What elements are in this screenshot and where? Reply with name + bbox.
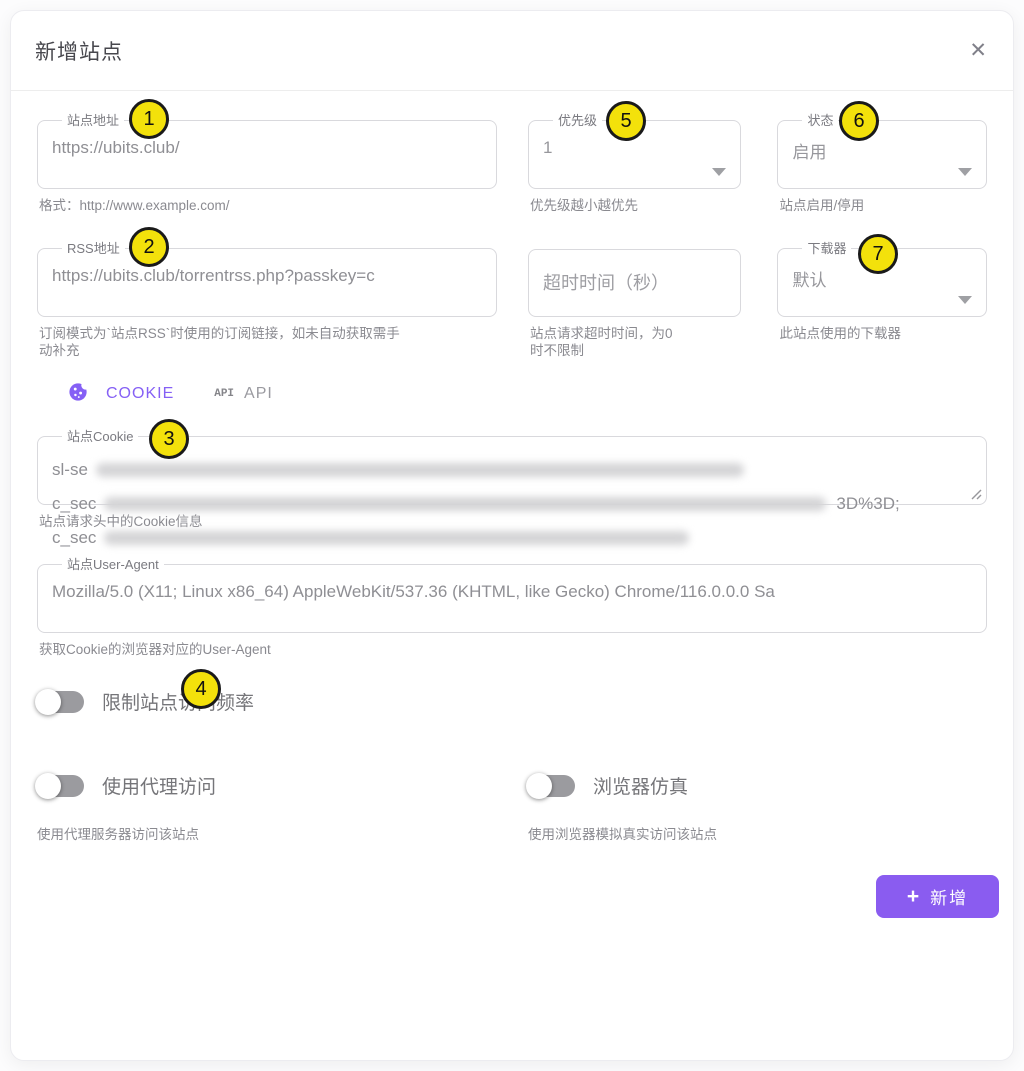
browser-emulation-label: 浏览器仿真 [593, 772, 688, 799]
tab-api-label: API [244, 385, 273, 403]
cookie-text: 3D%3D; [836, 494, 899, 514]
dialog-title: 新增站点 [35, 36, 123, 66]
toggle-row-2: 使用代理访问 使用代理服务器访问该站点 浏览器仿真 使用浏览器模拟真实访问该站点 [37, 772, 987, 843]
timeout-input[interactable] [528, 249, 742, 317]
priority-label: 优先级 [553, 113, 602, 128]
site-url-label: 站点地址 [62, 113, 124, 128]
annotation-badge-6: 6 [839, 101, 879, 141]
cookie-line: c_sec [52, 521, 972, 555]
tab-cookie[interactable]: COOKIE [67, 380, 174, 408]
close-icon[interactable]: ✕ [969, 40, 987, 61]
proxy-cell: 使用代理访问 使用代理服务器访问该站点 [37, 772, 528, 843]
downloader-label: 下载器 [802, 241, 851, 256]
annotation-badge-2: 2 [129, 227, 169, 267]
user-agent-helper: 获取Cookie的浏览器对应的User-Agent [37, 641, 987, 658]
proxy-row: 使用代理访问 [37, 772, 528, 799]
cookie-icon [67, 380, 90, 408]
status-select[interactable]: 状态 启用 [777, 113, 987, 189]
site-cookie-textarea[interactable]: sl-se c_sec 3D%3D; c_sec [52, 444, 972, 555]
rss-url-input[interactable] [52, 256, 482, 286]
user-agent-label: 站点User-Agent [62, 557, 164, 572]
rate-limit-row: 限制站点访问频率 [37, 688, 987, 715]
rate-limit-label: 限制站点访问频率 [102, 688, 254, 715]
proxy-label: 使用代理访问 [102, 772, 216, 799]
site-url-helper: 格式：http://www.example.com/ [37, 197, 497, 214]
cookie-text: c_sec [52, 494, 96, 514]
rss-url-helper: 订阅模式为`站点RSS`时使用的订阅链接，如未自动获取需手动补充 [37, 325, 409, 359]
cookie-line: c_sec 3D%3D; [52, 487, 972, 521]
cookie-line: sl-se [52, 453, 972, 487]
proxy-helper: 使用代理服务器访问该站点 [37, 823, 528, 843]
toggle-knob [526, 773, 552, 799]
chevron-down-icon [958, 296, 972, 304]
annotation-badge-3: 3 [149, 419, 189, 459]
cookie-text: sl-se [52, 460, 88, 480]
annotation-badge-4: 4 [181, 669, 221, 709]
toggle-knob [35, 773, 61, 799]
rss-url-cell: RSS地址 订阅模式为`站点RSS`时使用的订阅链接，如未自动获取需手动补充 [37, 241, 497, 359]
browser-emulation-toggle[interactable] [528, 775, 575, 797]
cookie-text: c_sec [52, 528, 96, 548]
site-url-input[interactable] [52, 128, 482, 158]
timeout-helper: 站点请求超时时间，为0时不限制 [528, 325, 680, 359]
add-site-dialog: 新增站点 ✕ 站点地址 格式：http://www.example.com/ 优… [10, 10, 1014, 1061]
timeout-cell: 站点请求超时时间，为0时不限制 [528, 241, 742, 359]
tab-cookie-label: COOKIE [106, 385, 174, 403]
annotation-badge-5: 5 [606, 101, 646, 141]
redacted-blur-block [104, 497, 826, 511]
proxy-toggle[interactable] [37, 775, 84, 797]
rss-url-label: RSS地址 [62, 241, 125, 256]
dialog-content: 站点地址 格式：http://www.example.com/ 优先级 1 优先… [11, 91, 1013, 918]
site-url-field[interactable]: 站点地址 [37, 113, 497, 189]
tab-api[interactable]: API API [214, 385, 273, 403]
status-value: 启用 [792, 128, 972, 163]
rss-url-field[interactable]: RSS地址 [37, 241, 497, 317]
add-button[interactable]: + 新增 [876, 875, 999, 918]
auth-mode-tabs: COOKIE API API [37, 380, 987, 408]
priority-helper: 优先级越小越优先 [528, 197, 680, 214]
site-cookie-label: 站点Cookie [62, 429, 138, 444]
plus-icon: + [907, 885, 919, 909]
chevron-down-icon [712, 168, 726, 176]
downloader-helper: 此站点使用的下载器 [777, 325, 987, 342]
redacted-blur-block [104, 531, 689, 545]
status-cell: 状态 启用 站点启用/停用 [777, 113, 987, 214]
browser-emulation-cell: 浏览器仿真 使用浏览器模拟真实访问该站点 [528, 772, 717, 843]
annotation-badge-7: 7 [858, 234, 898, 274]
form-row-2: RSS地址 订阅模式为`站点RSS`时使用的订阅链接，如未自动获取需手动补充 站… [37, 241, 987, 359]
site-url-cell: 站点地址 格式：http://www.example.com/ [37, 113, 497, 214]
chevron-down-icon [958, 168, 972, 176]
browser-emulation-row: 浏览器仿真 [528, 772, 717, 799]
user-agent-input[interactable] [52, 572, 972, 602]
redacted-blur-block [96, 463, 744, 477]
user-agent-field[interactable]: 站点User-Agent [37, 557, 987, 633]
toggle-knob [35, 689, 61, 715]
dialog-footer: + 新增 [37, 875, 999, 918]
browser-emulation-helper: 使用浏览器模拟真实访问该站点 [528, 823, 717, 843]
rate-limit-toggle[interactable] [37, 691, 84, 713]
resize-grip[interactable] [970, 488, 982, 500]
add-button-label: 新增 [930, 884, 968, 909]
annotation-badge-1: 1 [129, 99, 169, 139]
dialog-header: 新增站点 ✕ [11, 11, 1013, 91]
status-helper: 站点启用/停用 [777, 197, 987, 214]
api-icon: API [214, 388, 234, 400]
status-label: 状态 [802, 113, 838, 128]
